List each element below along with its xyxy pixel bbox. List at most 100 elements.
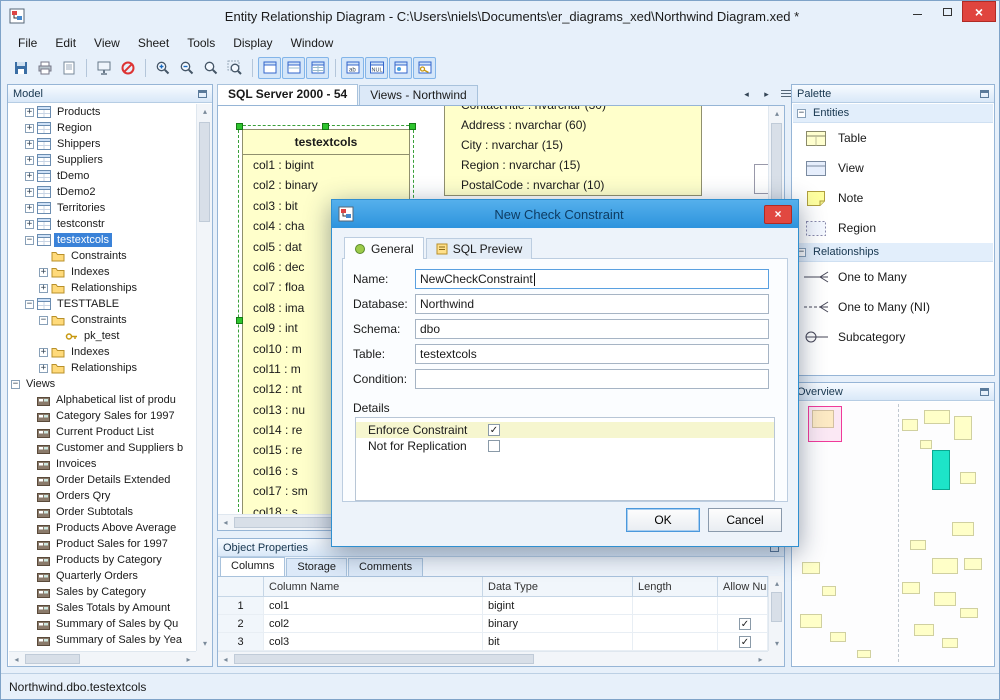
properties-tab-comments[interactable]: Comments [347, 558, 424, 576]
palette-item-note[interactable]: Note [793, 183, 993, 213]
tree-horizontal-scrollbar[interactable]: ◂ ▸ [9, 651, 196, 666]
expander-icon[interactable]: + [39, 363, 48, 373]
scroll-thumb[interactable] [771, 592, 782, 622]
expander-icon[interactable]: + [39, 347, 48, 357]
tree-item[interactable]: − testextcols [9, 232, 196, 248]
tree-item[interactable]: + Products [9, 104, 196, 120]
display-compact-button[interactable] [258, 57, 281, 79]
tree-item[interactable]: + testconstr [9, 216, 196, 232]
scroll-left-icon[interactable]: ◂ [9, 652, 24, 667]
zoom-out-button[interactable] [175, 57, 198, 79]
tree-item[interactable]: + Relationships [9, 360, 196, 376]
menu-file[interactable]: File [9, 34, 46, 52]
show-keys-button[interactable] [413, 57, 436, 79]
scroll-down-icon[interactable]: ▾ [769, 636, 785, 651]
expander-icon[interactable]: − [25, 235, 34, 245]
scroll-down-icon[interactable]: ▾ [197, 636, 213, 651]
tree-item[interactable]: Quarterly Orders [9, 568, 196, 584]
palette-item-subcategory[interactable]: Subcategory [793, 322, 993, 352]
tree-item[interactable]: + tDemo [9, 168, 196, 184]
expander-icon[interactable]: + [25, 139, 34, 149]
tree-item[interactable]: + Indexes [9, 344, 196, 360]
expander-icon[interactable]: + [25, 123, 34, 133]
scroll-thumb[interactable] [234, 654, 534, 664]
tree-item[interactable]: Sales by Category [9, 584, 196, 600]
tree-item[interactable]: Invoices [9, 456, 196, 472]
grid-vertical-scrollbar[interactable]: ▴ ▾ [768, 576, 784, 651]
expander-icon[interactable]: − [25, 299, 34, 309]
scroll-right-icon[interactable]: ▸ [181, 652, 196, 667]
ok-button[interactable]: OK [626, 508, 700, 532]
palette-item-view[interactable]: View [793, 153, 993, 183]
expander-icon[interactable]: − [797, 108, 806, 118]
tree-item[interactable]: Sales Totals by Amount [9, 600, 196, 616]
scroll-up-icon[interactable]: ▴ [769, 576, 785, 591]
palette-section-relationships[interactable]: − Relationships [793, 243, 993, 262]
allow-null-checkbox[interactable]: ✓ [739, 635, 751, 648]
menu-tools[interactable]: Tools [178, 34, 224, 52]
tab-scroll-right-icon[interactable]: ▸ [759, 87, 774, 102]
option-checkbox[interactable]: ✓ [488, 424, 500, 436]
tree-item[interactable]: Category Sales for 1997 [9, 408, 196, 424]
show-types-button[interactable]: ab [341, 57, 364, 79]
tab-sql-server-2000-54[interactable]: SQL Server 2000 - 54 [217, 84, 359, 105]
close-button[interactable]: × [962, 1, 996, 22]
expander-icon[interactable]: + [25, 187, 34, 197]
dialog-tab-general[interactable]: General [344, 237, 424, 259]
palette-item-region[interactable]: Region [793, 213, 993, 243]
show-domains-button[interactable] [389, 57, 412, 79]
entity-fragment[interactable]: ContactTitle : nvarchar (30) Address : nv… [444, 106, 702, 196]
menu-window[interactable]: Window [282, 34, 343, 52]
tree-item[interactable]: Orders Qry [9, 488, 196, 504]
expander-icon[interactable]: + [25, 107, 34, 117]
scroll-up-icon[interactable]: ▴ [197, 104, 213, 119]
tree-item[interactable]: − TESTTABLE [9, 296, 196, 312]
display-full-button[interactable] [306, 57, 329, 79]
tree-item[interactable]: Order Subtotals [9, 504, 196, 520]
save-button[interactable] [9, 57, 32, 79]
float-panel-icon[interactable] [980, 387, 989, 396]
expander-icon[interactable]: + [39, 267, 48, 277]
tree-item[interactable]: + Region [9, 120, 196, 136]
tree-item[interactable]: Current Product List [9, 424, 196, 440]
option-checkbox[interactable] [488, 440, 500, 452]
properties-tab-columns[interactable]: Columns [220, 557, 286, 576]
presentation-button[interactable] [92, 57, 115, 79]
menu-edit[interactable]: Edit [46, 34, 85, 52]
tree-item[interactable]: + tDemo2 [9, 184, 196, 200]
overview-minimap[interactable] [793, 402, 993, 665]
scroll-up-icon[interactable]: ▴ [769, 106, 785, 121]
tree-vertical-scrollbar[interactable]: ▴ ▾ [196, 104, 212, 651]
tab-views-northwind[interactable]: Views - Northwind [359, 85, 478, 105]
palette-item-one-to-many[interactable]: One to Many [793, 262, 993, 292]
canvas-shape[interactable] [754, 164, 768, 194]
input-condition[interactable] [415, 369, 769, 389]
menu-display[interactable]: Display [224, 34, 281, 52]
allow-null-checkbox[interactable]: ✓ [739, 617, 751, 630]
grid-horizontal-scrollbar[interactable]: ◂ ▸ [218, 651, 768, 666]
selection-handle[interactable] [236, 317, 243, 324]
tree-item[interactable]: pk_test [9, 328, 196, 344]
expander-icon[interactable]: + [25, 203, 34, 213]
palette-item-one-to-many-ni[interactable]: One to Many (NI) [793, 292, 993, 322]
input-name[interactable]: NewCheckConstraint [415, 269, 769, 289]
expander-icon[interactable]: + [25, 219, 34, 229]
selection-handle[interactable] [409, 123, 416, 130]
grid-row[interactable]: 3 col3 bit ✓ [218, 633, 768, 651]
tree-item[interactable]: Summary of Sales by Yea [9, 632, 196, 648]
tab-scroll-left-icon[interactable]: ◂ [739, 87, 754, 102]
tree-item[interactable]: + Relationships [9, 280, 196, 296]
tree-item[interactable]: − Constraints [9, 312, 196, 328]
input-table[interactable]: testextcols [415, 344, 769, 364]
cancel-button[interactable]: Cancel [708, 508, 782, 532]
palette-section-entities[interactable]: − Entities [793, 104, 993, 123]
tree-item[interactable]: Product Sales for 1997 [9, 536, 196, 552]
properties-tab-storage[interactable]: Storage [286, 558, 347, 576]
scroll-thumb[interactable] [199, 122, 210, 222]
scroll-thumb[interactable] [25, 654, 80, 664]
tree-item[interactable]: Products by Category [9, 552, 196, 568]
expander-icon[interactable]: − [39, 315, 48, 325]
tree-item[interactable]: Alphabetical list of produ [9, 392, 196, 408]
float-panel-icon[interactable] [980, 89, 989, 98]
dialog-title-bar[interactable]: New Check Constraint × [332, 200, 798, 228]
